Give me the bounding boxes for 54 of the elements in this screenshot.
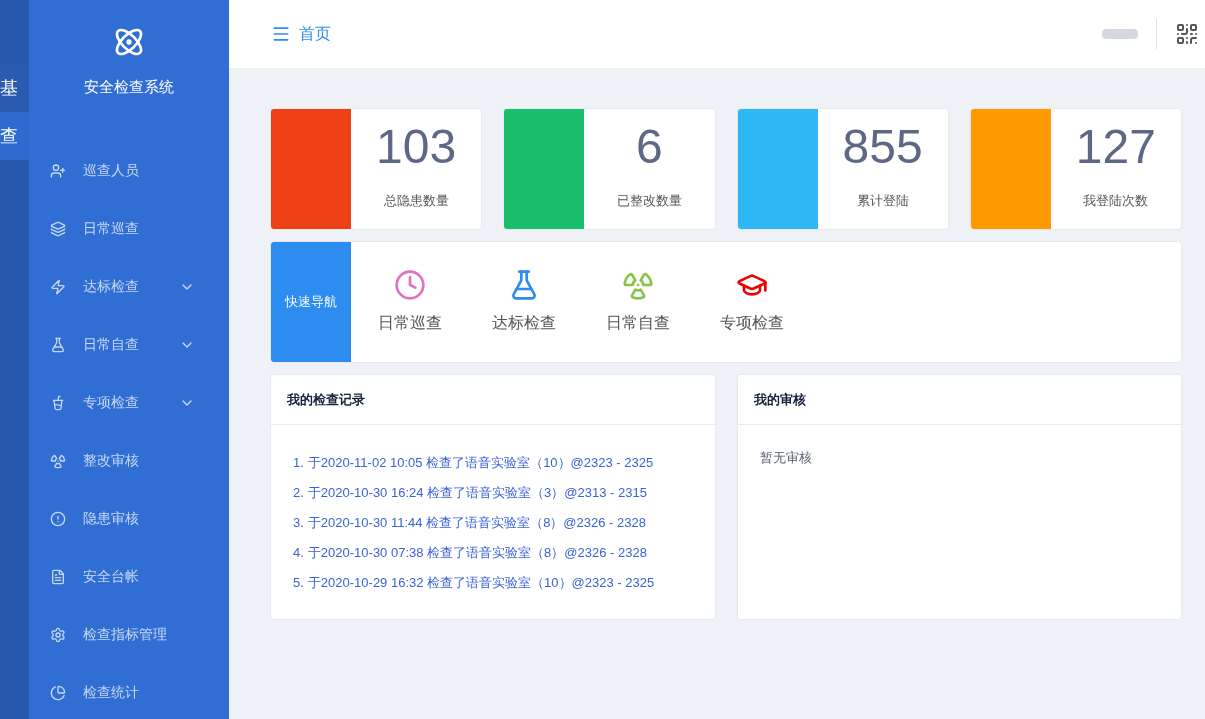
stat-value: 127 — [1075, 119, 1156, 175]
menu-icon[interactable] — [271, 24, 291, 44]
panel-title: 我的检查记录 — [287, 390, 365, 409]
breadcrumb[interactable]: 首页 — [299, 22, 331, 46]
strip-tab[interactable]: 基 — [0, 64, 29, 112]
menu-item[interactable]: 巡查人员 — [29, 141, 229, 200]
qr-code-icon[interactable] — [1175, 22, 1199, 46]
pie-chart-icon — [50, 684, 66, 701]
menu-item[interactable]: 隐患审核 — [29, 489, 229, 548]
stat-value: 855 — [842, 119, 923, 175]
quick-nav-item[interactable]: 日常巡查 — [371, 269, 449, 335]
menu-item[interactable]: 日常巡查 — [29, 199, 229, 258]
panel-title: 我的审核 — [753, 390, 806, 409]
layers-icon — [50, 220, 66, 237]
stat-label: 总隐患数量 — [383, 192, 449, 210]
radiation-icon — [50, 452, 66, 469]
menu-item[interactable]: 专项检查 — [29, 373, 229, 432]
menu-item[interactable]: 检查统计 — [29, 663, 229, 719]
menu-item[interactable]: 日常自查 — [29, 315, 229, 374]
stat-label: 累计登陆 — [856, 192, 909, 210]
flask-icon — [50, 336, 66, 353]
stat-value: 6 — [636, 119, 663, 175]
system-title: 安全检查系统 — [84, 77, 174, 97]
lightning-icon — [50, 278, 66, 295]
user-add-icon — [50, 162, 66, 179]
settings-icon — [50, 626, 66, 643]
cup-icon — [50, 394, 66, 411]
empty-message: 暂无审核 — [758, 449, 813, 467]
stat-label: 我登陆次数 — [1083, 192, 1149, 210]
list-number: 1. — [293, 455, 304, 470]
alert-icon — [50, 510, 66, 527]
menu-item[interactable]: 安全台帐 — [29, 547, 229, 606]
document-icon — [50, 568, 66, 585]
quick-nav-item[interactable]: 专项检查 — [713, 269, 791, 335]
stat-value: 103 — [376, 119, 457, 175]
record-link[interactable]: 4. 于2020-10-30 07:38 检查了语音实验室（8）@2326 - 2328 — [293, 543, 715, 563]
menu-item[interactable]: 检查指标管理 — [29, 605, 229, 664]
list-number: 4. — [293, 545, 304, 560]
quick-nav-title: 快速导航 — [271, 242, 351, 362]
clock-icon — [394, 269, 426, 301]
list-number: 2. — [293, 485, 304, 500]
quick-nav-item[interactable]: 达标检查 — [485, 269, 563, 335]
quick-nav-item[interactable]: 日常自查 — [599, 269, 677, 335]
record-link[interactable]: 3. 于2020-10-30 11:44 检查了语音实验室（8）@2326 - 2328 — [293, 513, 715, 533]
record-link[interactable]: 1. 于2020-11-02 10:05 检查了语音实验室（10）@2323 - 2325 — [293, 453, 715, 473]
logo-icon — [113, 26, 145, 58]
record-link[interactable]: 5. 于2020-10-29 16:32 检查了语音实验室（10）@2323 - 2325 — [293, 573, 715, 593]
record-link[interactable]: 2. 于2020-10-30 16:24 检查了语音实验室（3）@2313 - 2315 — [293, 483, 715, 503]
list-number: 3. — [293, 515, 304, 530]
stat-label: 已整改数量 — [616, 192, 682, 210]
menu-item[interactable]: 达标检查 — [29, 257, 229, 316]
menu-item[interactable]: 整改审核 — [29, 431, 229, 490]
list-number: 5. — [293, 575, 304, 590]
strip-tab[interactable]: 查 — [0, 112, 29, 160]
